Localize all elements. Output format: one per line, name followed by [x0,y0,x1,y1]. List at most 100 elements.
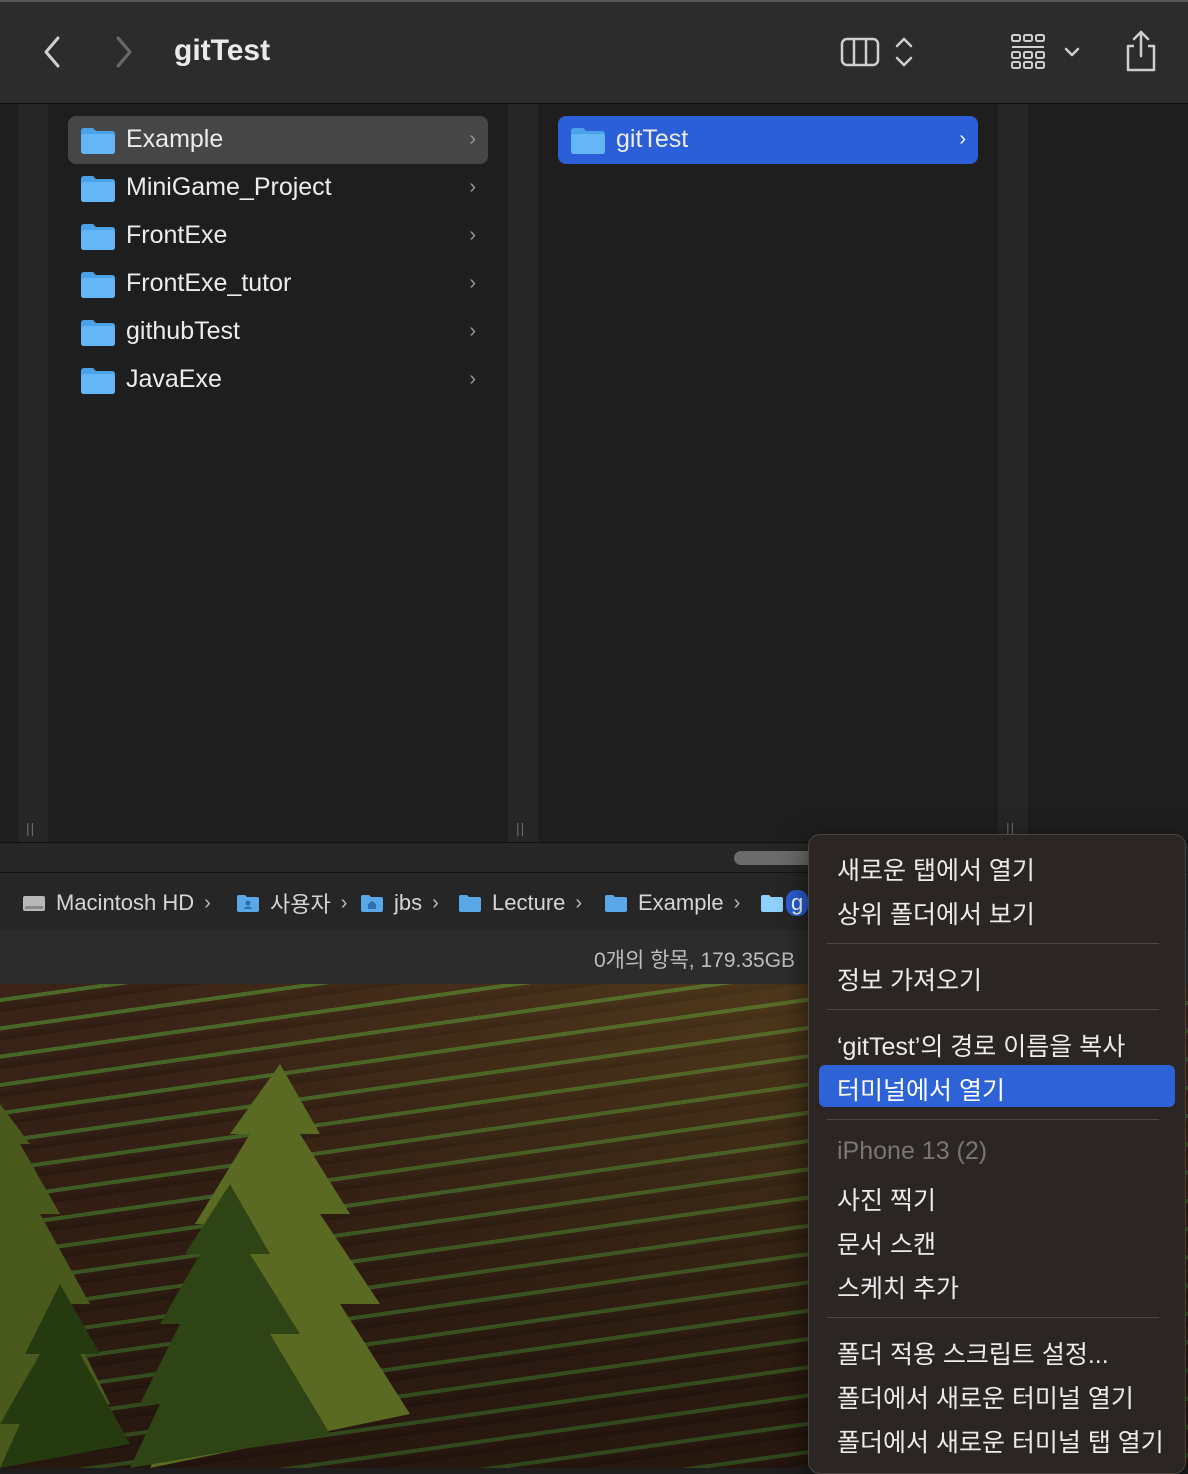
menu-item-take-photo[interactable]: 사진 찍기 [819,1175,1175,1217]
grid-group-icon [1011,34,1080,69]
column-1: Example › MiniGame_Project › FrontExe › … [48,104,508,842]
menu-item-open-in-terminal[interactable]: 터미널에서 열기 [819,1065,1175,1107]
chevron-right-icon: › [432,891,439,914]
list-item[interactable]: githubTest › [68,308,488,356]
menu-item-label: 스케치 추가 [837,1275,959,1303]
view-mode-button[interactable] [838,32,918,72]
menu-item-label: 상위 폴더에서 보기 [837,901,1035,929]
home-folder-icon [361,895,383,912]
hard-drive-icon [23,896,45,911]
menu-item-label: 새로운 탭에서 열기 [837,857,1035,885]
column-view-icon [840,37,913,67]
list-item-label: Example [126,125,224,153]
list-item[interactable]: MiniGame_Project › [68,164,488,212]
menu-item-show-in-enclosing-folder[interactable]: 상위 폴더에서 보기 [819,889,1175,931]
list-item-label: gitTest [616,125,689,153]
folder-icon [571,128,605,154]
menu-item-label: 정보 가져오기 [837,967,982,995]
menu-item-new-terminal-tab-at-folder[interactable]: 폴더에서 새로운 터미널 탭 열기 [819,1417,1175,1459]
chevron-right-icon: › [469,176,476,198]
menu-item-new-terminal-at-folder[interactable]: 폴더에서 새로운 터미널 열기 [819,1373,1175,1415]
breadcrumb-item[interactable]: Macintosh HD › [22,889,211,917]
menu-item-folder-actions-setup[interactable]: 폴더 적용 스크립트 설정... [819,1329,1175,1371]
menu-section-label: iPhone 13 (2) [837,1137,988,1165]
trees-image [0,1064,410,1468]
forward-button[interactable] [108,32,138,72]
menu-item-label: 폴더에서 새로운 터미널 열기 [837,1385,1134,1413]
chevron-right-icon: › [340,891,348,914]
chevron-right-icon: › [959,128,966,150]
list-item-label: MiniGame_Project [126,173,332,201]
chevron-left-icon [44,36,60,68]
chevron-right-icon [116,36,132,68]
breadcrumb-label: g [786,890,809,916]
menu-item-label: ‘gitTest’의 경로 이름을 복사 [837,1033,1126,1061]
breadcrumb-label: Macintosh HD [56,890,195,915]
breadcrumb-item[interactable]: 사용자 › [236,889,347,917]
finder-toolbar: gitTest [0,0,1188,104]
breadcrumb-label: Example [638,890,724,915]
column-resize-handle[interactable]: || [26,820,35,836]
window-title: gitTest [174,34,271,67]
menu-item-get-info[interactable]: 정보 가져오기 [819,955,1175,997]
breadcrumb-label: jbs [394,890,423,915]
folder-icon [81,272,115,298]
users-folder-icon [237,895,259,912]
breadcrumb-item[interactable]: Example › [604,889,740,917]
folder-icon [81,320,115,346]
column-browser: || Example › MiniGame_Project › FrontExe… [0,104,1188,842]
menu-item-scan-documents[interactable]: 문서 스캔 [819,1219,1175,1261]
folder-icon [605,895,627,912]
status-text: 0개의 항목, 179.35GB [594,949,796,972]
chevron-right-icon: › [469,368,476,390]
menu-item-open-in-new-tab[interactable]: 새로운 탭에서 열기 [819,845,1175,887]
breadcrumb-label: 사용자 [270,892,331,917]
breadcrumb-item[interactable]: g [760,889,809,917]
breadcrumb-label: Lecture [492,890,566,915]
column-strip: || [998,104,1028,842]
menu-separator [827,943,1159,944]
menu-item-label: 폴더에서 새로운 터미널 탭 열기 [837,1429,1164,1457]
folder-icon [459,895,481,912]
list-item-label: JavaExe [126,365,222,393]
folder-icon [81,176,115,202]
list-item[interactable]: Example › [68,116,488,164]
list-item-label: FrontExe_tutor [126,269,292,297]
chevron-right-icon: › [469,320,476,342]
column-strip: || [508,104,538,842]
breadcrumb-item[interactable]: jbs › [360,889,439,917]
list-item[interactable]: FrontExe › [68,212,488,260]
chevron-right-icon: › [204,891,211,914]
folder-icon [761,895,783,912]
menu-item-add-sketch[interactable]: 스케치 추가 [819,1263,1175,1305]
list-item[interactable]: gitTest › [558,116,978,164]
chevron-right-icon: › [469,128,476,150]
folder-icon [81,368,115,394]
menu-section-iphone: iPhone 13 (2) [819,1131,1175,1173]
menu-separator [827,1009,1159,1010]
list-item[interactable]: FrontExe_tutor › [68,260,488,308]
list-item[interactable]: JavaExe › [68,356,488,404]
menu-separator [827,1317,1159,1318]
chevron-right-icon: › [469,224,476,246]
menu-item-copy-path[interactable]: ‘gitTest’의 경로 이름을 복사 [819,1021,1175,1063]
menu-separator [827,1119,1159,1120]
folder-icon [81,128,115,154]
list-item-label: FrontExe [126,221,228,249]
column-3 [1028,104,1188,842]
chevron-right-icon: › [733,891,741,914]
menu-item-label: 문서 스캔 [837,1231,936,1259]
menu-item-label: 사진 찍기 [837,1187,936,1215]
context-menu: 새로운 탭에서 열기 상위 폴더에서 보기 정보 가져오기 ‘gitTest’의… [808,834,1186,1474]
share-button[interactable] [1122,28,1160,74]
chevron-right-icon: › [469,272,476,294]
folder-icon [81,224,115,250]
list-item-label: githubTest [126,317,240,345]
breadcrumb-item[interactable]: Lecture › [458,889,582,917]
column-2: gitTest › [538,104,998,842]
column-resize-handle[interactable]: || [516,820,525,836]
back-button[interactable] [38,32,68,72]
menu-item-label: 터미널에서 열기 [837,1077,1005,1105]
group-by-button[interactable] [1008,32,1084,72]
column-strip: || [18,104,48,842]
